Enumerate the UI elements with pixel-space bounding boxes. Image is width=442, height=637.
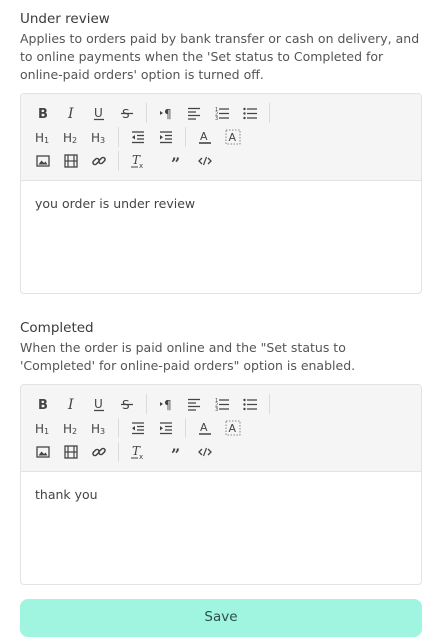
background-color-icon[interactable]: A [219,125,247,149]
svg-text:2: 2 [72,136,77,145]
toolbar-divider [185,127,186,147]
heading-2-icon[interactable]: H2 [57,125,85,149]
editor-toolbar: B I U S ¶ 123 H1 H2 H3 A A Tx [21,385,421,472]
indent-icon[interactable] [152,416,180,440]
heading-3-icon[interactable]: H3 [85,416,113,440]
svg-text:A: A [229,422,237,435]
background-color-icon[interactable]: A [219,416,247,440]
toolbar-divider [118,442,119,462]
indent-icon[interactable] [152,125,180,149]
bold-icon[interactable]: B [29,101,57,125]
text-direction-icon[interactable]: ¶ [152,101,180,125]
completed-title: Completed [20,320,94,336]
underline-icon[interactable]: U [85,392,113,416]
toolbar-divider [118,418,119,438]
italic-icon[interactable]: I [57,392,85,416]
svg-text:¶: ¶ [164,107,172,121]
toolbar-divider [146,394,147,414]
under-review-description: Applies to orders paid by bank transfer … [20,31,420,82]
svg-text:3: 3 [215,407,218,412]
save-button[interactable]: Save [20,599,422,637]
svg-text:H: H [63,422,72,436]
svg-text:x: x [139,453,143,460]
image-icon[interactable] [29,149,57,173]
completed-description: When the order is paid online and the "S… [20,340,356,373]
link-icon[interactable] [85,440,113,464]
font-color-icon[interactable]: A [191,125,219,149]
svg-text:H: H [63,131,72,145]
toolbar-divider [269,103,270,123]
svg-text:3: 3 [215,116,218,121]
toolbar-divider [185,418,186,438]
code-icon[interactable] [191,440,219,464]
svg-text:¶: ¶ [164,398,172,412]
strikethrough-icon[interactable]: S [113,101,141,125]
heading-1-icon[interactable]: H1 [29,125,57,149]
svg-text:H: H [35,131,44,145]
clear-format-icon[interactable]: Tx [124,149,152,173]
svg-text:U: U [94,397,103,411]
bullet-list-icon[interactable] [236,101,264,125]
toolbar-divider [118,127,119,147]
heading-1-icon[interactable]: H1 [29,416,57,440]
completed-editor: B I U S ¶ 123 H1 H2 H3 A A Tx [20,384,422,585]
svg-text:B: B [38,107,48,121]
svg-text:I: I [67,397,74,412]
video-icon[interactable] [57,440,85,464]
svg-text:”: ” [171,445,180,460]
heading-2-icon[interactable]: H2 [57,416,85,440]
svg-text:A: A [229,131,237,144]
under-review-section: Under review Applies to orders paid by b… [20,10,422,84]
link-icon[interactable] [85,149,113,173]
toolbar-divider [118,151,119,171]
svg-text:1: 1 [44,136,49,145]
font-color-icon[interactable]: A [191,416,219,440]
align-left-icon[interactable] [180,101,208,125]
under-review-content[interactable]: you order is under review [21,181,421,293]
completed-section: Completed When the order is paid online … [20,319,422,375]
svg-text:H: H [91,422,100,436]
quote-icon[interactable]: ” [163,149,191,173]
svg-text:A: A [200,421,208,434]
align-left-icon[interactable] [180,392,208,416]
svg-text:A: A [200,130,208,143]
clear-format-icon[interactable]: Tx [124,440,152,464]
svg-text:3: 3 [100,427,105,436]
svg-text:I: I [67,106,74,121]
outdent-icon[interactable] [124,416,152,440]
editor-toolbar: B I U S ¶ 123 H1 H2 H3 A A Tx [21,94,421,181]
toolbar-divider [269,394,270,414]
svg-text:2: 2 [72,427,77,436]
svg-text:H: H [91,131,100,145]
strikethrough-icon[interactable]: S [113,392,141,416]
ordered-list-icon[interactable]: 123 [208,101,236,125]
outdent-icon[interactable] [124,125,152,149]
svg-text:1: 1 [44,427,49,436]
svg-text:B: B [38,398,48,412]
under-review-editor: B I U S ¶ 123 H1 H2 H3 A A Tx [20,93,422,294]
svg-text:3: 3 [100,136,105,145]
code-icon[interactable] [191,149,219,173]
text-direction-icon[interactable]: ¶ [152,392,180,416]
toolbar-divider [146,103,147,123]
under-review-title: Under review [20,11,110,27]
svg-text:U: U [94,106,103,120]
italic-icon[interactable]: I [57,101,85,125]
ordered-list-icon[interactable]: 123 [208,392,236,416]
image-icon[interactable] [29,440,57,464]
underline-icon[interactable]: U [85,101,113,125]
heading-3-icon[interactable]: H3 [85,125,113,149]
bullet-list-icon[interactable] [236,392,264,416]
svg-text:H: H [35,422,44,436]
svg-text:x: x [139,162,143,169]
bold-icon[interactable]: B [29,392,57,416]
svg-text:”: ” [171,154,180,169]
completed-content[interactable]: thank you [21,472,421,584]
video-icon[interactable] [57,149,85,173]
quote-icon[interactable]: ” [163,440,191,464]
